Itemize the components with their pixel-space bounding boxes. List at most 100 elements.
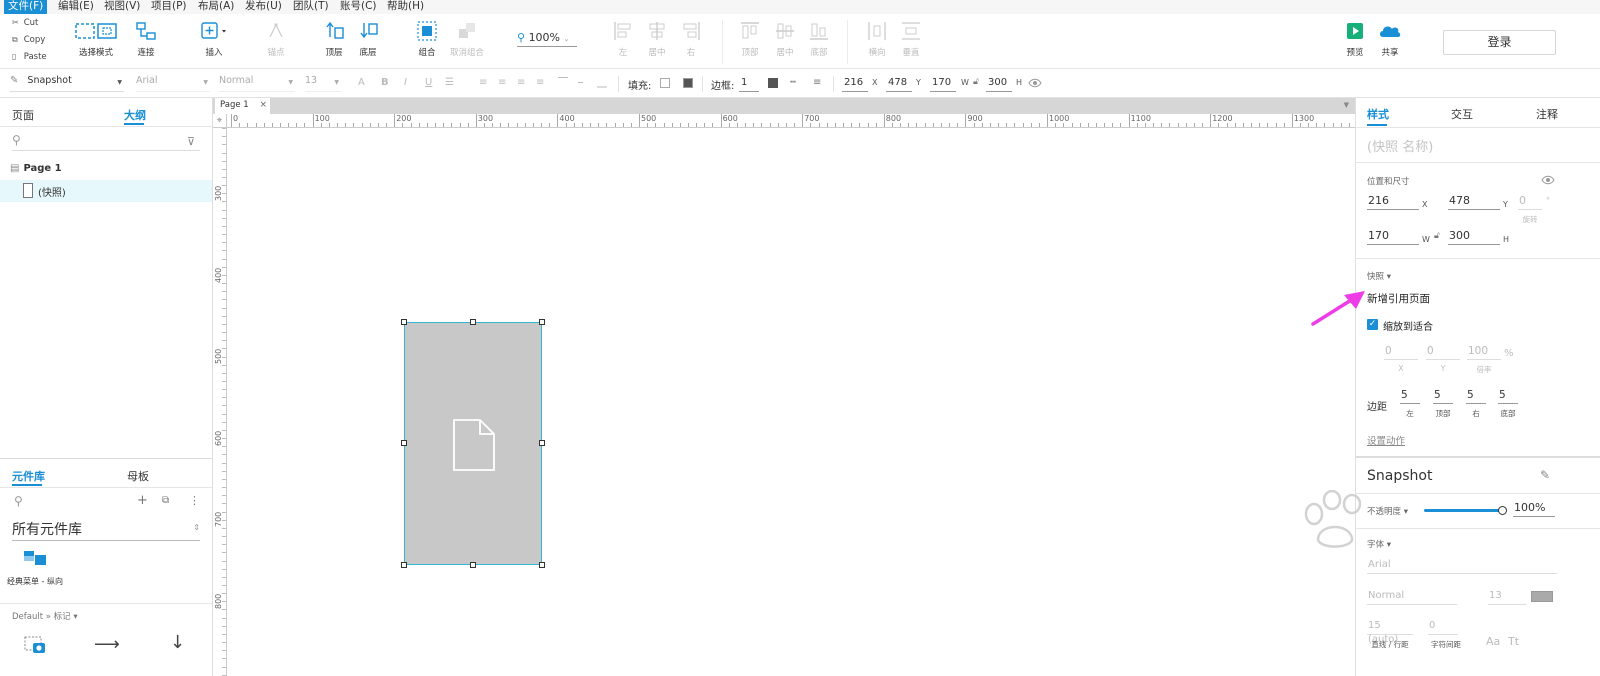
close-icon[interactable]: ×	[259, 98, 267, 113]
search-icon[interactable]: ⚲	[14, 494, 23, 508]
font-weight-select[interactable]: Normal ▼	[219, 75, 295, 92]
preview-button[interactable]: 预览	[1341, 20, 1369, 58]
resize-handle-nw[interactable]	[401, 319, 407, 325]
text-transform-icon[interactable]: Tt	[1508, 635, 1519, 648]
share-button[interactable]: 共享	[1375, 20, 1405, 58]
underline-icon[interactable]: U	[425, 77, 432, 88]
bold-icon[interactable]: B	[381, 77, 389, 88]
align-text-right-icon[interactable]: ≡	[517, 77, 525, 88]
x-input[interactable]: 216	[1367, 194, 1419, 210]
height-input[interactable]: 300	[986, 75, 1012, 92]
opacity-input[interactable]: 100%	[1513, 501, 1555, 517]
font-family-select[interactable]: Arial ▼	[136, 75, 210, 92]
tab-style[interactable]: 样式	[1367, 106, 1389, 122]
resize-handle-w[interactable]	[401, 440, 407, 446]
snapshot-widget[interactable]	[404, 322, 542, 565]
snapshot-section-label[interactable]: 快照 ▾	[1367, 270, 1391, 282]
border-width-input[interactable]: 1	[739, 75, 759, 92]
line-height-input[interactable]: 15 (auto)	[1367, 619, 1413, 645]
tab-list-chevron-icon[interactable]: ▼	[1344, 101, 1349, 109]
group-button[interactable]: 组合	[413, 20, 441, 58]
resize-handle-s[interactable]	[470, 562, 476, 568]
copy-library-icon[interactable]: ⧉	[162, 495, 169, 506]
italic-icon[interactable]: I	[404, 77, 407, 88]
cut-button[interactable]: ✂ Cut	[12, 18, 38, 28]
zoom-select[interactable]: ⚲ 100% ⌄	[517, 31, 577, 47]
menu-team[interactable]: 团队(T)	[289, 0, 333, 14]
offset-y-input[interactable]: 0	[1426, 344, 1460, 360]
valign-top-icon[interactable]: ⎺	[558, 77, 568, 88]
tab-pages[interactable]: 页面	[12, 107, 34, 123]
fill-style-swatch[interactable]	[683, 78, 693, 88]
x-input[interactable]: 216	[842, 75, 868, 92]
rotation-input[interactable]: 0	[1518, 194, 1542, 210]
insert-button[interactable]: 插入	[196, 20, 232, 58]
align-center-button[interactable]: 居中	[645, 20, 669, 58]
bullet-list-icon[interactable]: ☰	[445, 77, 454, 88]
scale-input[interactable]: 100	[1467, 344, 1501, 360]
tab-outline[interactable]: 大纲	[124, 107, 146, 123]
border-sides-icon[interactable]: ≡	[813, 77, 821, 88]
filter-icon[interactable]: ⊽	[187, 135, 195, 148]
tab-masters[interactable]: 母板	[127, 468, 149, 484]
edit-style-icon[interactable]: ✎	[1540, 468, 1550, 482]
menu-help[interactable]: 帮助(H)	[383, 0, 428, 14]
more-icon[interactable]: ⋮	[189, 494, 200, 507]
border-color-swatch[interactable]	[768, 78, 778, 88]
top-layer-button[interactable]: 顶层	[320, 20, 348, 58]
offset-x-input[interactable]: 0	[1384, 344, 1418, 360]
library-select[interactable]: 所有元件库 ⇕	[12, 519, 200, 541]
outline-page-item[interactable]: ▤ Page 1	[10, 163, 62, 174]
library-category-label[interactable]: Default » 标记 ▾	[12, 610, 78, 622]
align-middle-button[interactable]: 居中	[773, 20, 797, 58]
font-color-swatch[interactable]	[1531, 591, 1553, 602]
resize-handle-se[interactable]	[539, 562, 545, 568]
menu-view[interactable]: 视图(V)	[100, 0, 144, 14]
opacity-slider-thumb[interactable]	[1498, 506, 1507, 515]
vertical-menu-widget-icon[interactable]	[23, 550, 47, 566]
ungroup-button[interactable]: 取消组合	[447, 20, 487, 58]
align-text-left-icon[interactable]: ≡	[479, 77, 487, 88]
paste-button[interactable]: ▯ Paste	[12, 52, 47, 62]
points-button[interactable]: 锚点	[261, 20, 291, 58]
add-reference-page-link[interactable]: 新增引用页面	[1367, 291, 1430, 306]
menu-edit[interactable]: 编辑(E)	[54, 0, 98, 14]
snapshot-widget-icon[interactable]	[24, 636, 46, 654]
menu-account[interactable]: 账号(C)	[336, 0, 381, 14]
login-button[interactable]: 登录	[1443, 30, 1556, 55]
width-input[interactable]: 170	[1367, 229, 1419, 245]
align-right-button[interactable]: 右	[680, 20, 702, 58]
widget-name-input[interactable]: (快照 名称)	[1367, 136, 1433, 155]
align-left-button[interactable]: 左	[612, 20, 634, 58]
y-input[interactable]: 478	[1448, 194, 1500, 210]
lock-open-icon[interactable]: 🔓︎	[973, 77, 979, 87]
valign-bottom-icon[interactable]: ⎽	[597, 77, 607, 88]
resize-handle-sw[interactable]	[401, 562, 407, 568]
add-icon[interactable]: +	[137, 493, 148, 508]
margin-bottom-input[interactable]: 5	[1498, 388, 1518, 404]
resize-handle-ne[interactable]	[539, 319, 545, 325]
page-tab[interactable]: Page 1 ×	[215, 98, 270, 114]
resize-handle-n[interactable]	[470, 319, 476, 325]
align-text-justify-icon[interactable]: ≡	[536, 77, 544, 88]
resize-handle-e[interactable]	[539, 440, 545, 446]
fill-color-swatch[interactable]	[660, 78, 670, 88]
font-size-input[interactable]: 13	[1488, 589, 1526, 605]
margin-left-input[interactable]: 5	[1400, 388, 1420, 404]
margin-top-input[interactable]: 5	[1433, 388, 1453, 404]
align-bottom-button[interactable]: 底部	[807, 20, 831, 58]
font-size-select[interactable]: 13 ▼	[305, 75, 341, 92]
copy-button[interactable]: ⧉ Copy	[12, 35, 45, 45]
margin-right-input[interactable]: 5	[1466, 388, 1486, 404]
menu-project[interactable]: 项目(P)	[147, 0, 191, 14]
arrow-down-widget-icon[interactable]: ↓	[170, 632, 185, 653]
char-spacing-input[interactable]: 0	[1428, 619, 1458, 635]
width-input[interactable]: 170	[930, 75, 956, 92]
distribute-horizontal-button[interactable]: 横向	[865, 20, 889, 58]
outline-snapshot-item[interactable]: (快照)	[0, 180, 212, 202]
eye-icon[interactable]	[1028, 78, 1042, 88]
menu-publish[interactable]: 发布(U)	[241, 0, 286, 14]
select-mode-button[interactable]: 选择模式	[68, 20, 124, 58]
align-top-button[interactable]: 顶部	[738, 20, 762, 58]
outline-search-input[interactable]: ⚲	[12, 133, 200, 151]
